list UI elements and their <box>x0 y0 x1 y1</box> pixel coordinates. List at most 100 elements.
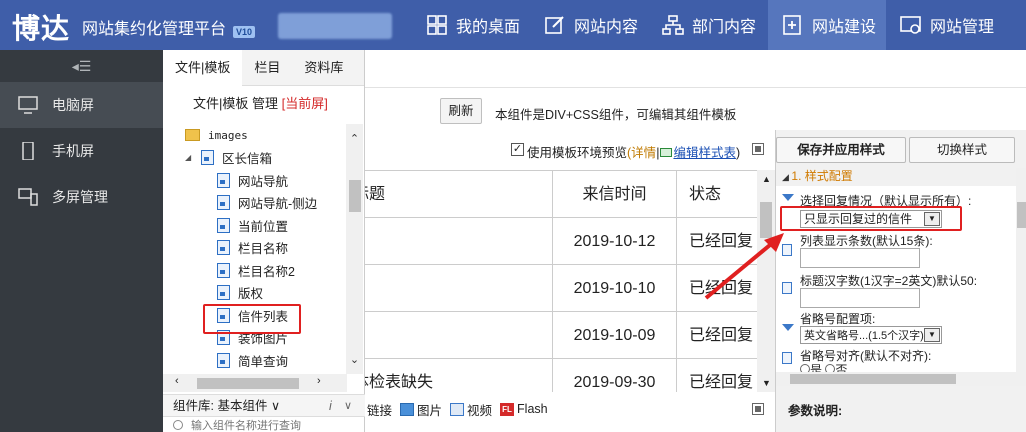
header-title: 标题 <box>365 171 553 218</box>
component-flash[interactable]: FL Flash <box>500 402 548 416</box>
title-chars-input[interactable] <box>800 288 920 308</box>
tree-item-label: 版权 <box>238 287 264 302</box>
tree-item-label: 简单查询 <box>238 354 289 369</box>
nav-site-build[interactable]: 网站建设 <box>768 0 886 50</box>
detail-link[interactable]: (详情 <box>627 146 656 160</box>
chevron-down-icon[interactable]: ▼ <box>924 328 940 342</box>
file-tree-panel: 文件|模板 栏目 资料库 文件|模板 管理 [当前屏] images ◢ 区长信… <box>163 49 365 432</box>
tree-item-label: images <box>208 128 248 142</box>
component-toolbar: 链接 图片 视频 FL Flash <box>365 396 775 422</box>
component-item-label: 链接 <box>367 403 393 418</box>
sidebar-item-mobile-screen[interactable]: 手机屏 <box>0 128 163 174</box>
component-video[interactable]: 视频 <box>450 400 492 419</box>
maximize-icon[interactable] <box>752 143 764 155</box>
sidebar-item-desktop-screen[interactable]: 电脑屏 <box>0 82 163 128</box>
scroll-right-icon[interactable]: › <box>317 375 321 387</box>
tree-vertical-scrollbar[interactable]: ⌃ ⌄ <box>346 124 363 374</box>
ellipsis-label: 省略号配置项: <box>800 312 876 326</box>
close-paren: ) <box>735 146 741 160</box>
nav-label: 网站管理 <box>930 19 995 36</box>
add-page-icon <box>782 14 804 36</box>
tree-item-images[interactable]: images <box>163 124 347 147</box>
component-link[interactable]: 链接 <box>367 400 392 419</box>
sidebar-item-multi-screen[interactable]: 多屏管理 <box>0 174 163 220</box>
scroll-thumb[interactable] <box>197 378 299 389</box>
multi-screen-icon <box>18 188 38 206</box>
tree-item[interactable]: 简单查询 <box>163 349 347 372</box>
nav-my-desktop[interactable]: 我的桌面 <box>412 0 530 50</box>
desktop-icon <box>426 14 448 36</box>
sidebar-toggle[interactable]: ◂☰ <box>0 50 163 82</box>
maximize-icon[interactable] <box>752 403 764 415</box>
component-item-label: Flash <box>517 402 548 416</box>
table-row[interactable]: 2019-10-12 已经回复 <box>365 218 757 265</box>
video-icon <box>450 402 465 416</box>
tree-item[interactable]: 版权 <box>163 282 347 305</box>
tab-library[interactable]: 资料库 <box>292 50 355 86</box>
info-icon[interactable]: i <box>329 395 332 417</box>
component-library-select[interactable]: 组件库: 基本组件 ∨ i ∨ <box>163 394 365 416</box>
tree-item-label: 栏目名称2 <box>238 264 295 279</box>
tree-subtitle-label: 文件|模板 管理 <box>193 96 278 111</box>
table-row[interactable]: 体检表缺失 2019-09-30 已经回复 <box>365 359 757 392</box>
component-image[interactable]: 图片 <box>400 400 442 419</box>
save-apply-style-button[interactable]: 保存并应用样式 <box>776 137 906 163</box>
radio-field-icon <box>782 352 792 364</box>
expand-arrow-icon[interactable]: ◢ <box>185 153 197 162</box>
radio-yes[interactable] <box>800 364 810 372</box>
cell-title[interactable] <box>365 312 553 359</box>
preview-label: 使用模板环境预览 <box>527 146 628 160</box>
radio-no[interactable] <box>825 364 836 372</box>
table-row[interactable]: 2019-10-09 已经回复 <box>365 312 757 359</box>
tree-horizontal-scrollbar[interactable]: ‹ › <box>163 374 347 392</box>
ellipsis-select[interactable]: 英文省略号...(1.5个汉字) ▼ <box>800 326 942 344</box>
highlight-letter-list <box>203 304 301 334</box>
scroll-down-icon[interactable]: ▼ <box>762 378 771 388</box>
switch-style-button[interactable]: 切换样式 <box>909 137 1015 163</box>
cell-date: 2019-10-09 <box>553 312 677 359</box>
style-panel-vertical-scrollbar[interactable] <box>1016 168 1026 372</box>
edit-stylesheet-link[interactable]: 编辑样式表 <box>673 146 736 160</box>
style-config-panel: 保存并应用样式 切换样式 ◢ 1. 样式配置 选择回复情况（默认显示所有）: 只… <box>775 130 1026 432</box>
nav-site-manage[interactable]: 网站管理 <box>886 0 1026 50</box>
tree-item[interactable]: 栏目名称2 <box>163 259 347 282</box>
style-panel-horizontal-scrollbar[interactable] <box>776 372 1026 386</box>
component-item-label: 视频 <box>467 403 493 418</box>
scroll-left-icon[interactable]: ‹ <box>175 375 179 387</box>
section-style-config[interactable]: ◢ 1. 样式配置 <box>776 168 1018 184</box>
tab-files-templates[interactable]: 文件|模板 <box>163 49 243 86</box>
scroll-up-icon[interactable]: ▲ <box>762 174 771 184</box>
chevron-down-icon: ∨ <box>270 399 281 413</box>
search-icon <box>173 420 183 430</box>
scroll-down-icon[interactable]: ⌄ <box>346 353 363 366</box>
tab-columns[interactable]: 栏目 <box>242 50 292 86</box>
component-search-input[interactable] <box>191 419 351 432</box>
scroll-up-icon[interactable]: ⌃ <box>346 132 363 145</box>
tree-item[interactable]: 当前位置 <box>163 214 347 237</box>
refresh-button[interactable]: 刷新 <box>440 98 482 124</box>
scroll-thumb[interactable] <box>790 374 956 384</box>
site-settings-icon <box>900 14 922 36</box>
component-notice: 本组件是DIV+CSS组件，可编辑其组件模板 <box>495 108 737 122</box>
nav-site-content[interactable]: 网站内容 <box>530 0 648 50</box>
sidebar-item-label: 电脑屏 <box>52 97 94 113</box>
template-file-icon <box>217 172 230 188</box>
cell-title[interactable] <box>365 265 553 312</box>
collapse-chevron-icon[interactable]: ∨ <box>344 395 352 417</box>
tree-item-mailbox-folder[interactable]: ◢ 区长信箱 <box>163 147 347 170</box>
table-row[interactable]: 2019-10-10 已经回复 <box>365 265 757 312</box>
cell-title[interactable]: 体检表缺失 <box>365 359 553 392</box>
cell-title[interactable] <box>365 218 553 265</box>
tree-item[interactable]: 栏目名称 <box>163 237 347 260</box>
nav-dept-content[interactable]: 部门内容 <box>648 0 766 50</box>
scroll-thumb[interactable] <box>1017 202 1026 228</box>
dropdown-field-icon <box>782 194 794 201</box>
preview-checkbox[interactable]: ✓ <box>511 143 524 156</box>
list-count-input[interactable] <box>800 248 920 268</box>
header-status: 状态 <box>689 186 722 203</box>
cell-date: 2019-09-30 <box>553 359 677 392</box>
tree-item[interactable]: 网站导航 <box>163 169 347 192</box>
scroll-thumb[interactable] <box>349 180 361 212</box>
monitor-icon <box>18 96 38 114</box>
tree-item[interactable]: 网站导航-侧边 <box>163 192 347 215</box>
